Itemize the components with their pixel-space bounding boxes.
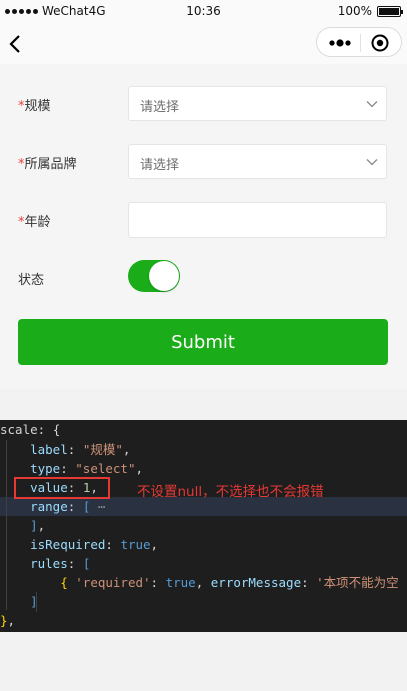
status-right: 100% [337,4,403,18]
battery-icon [377,5,403,17]
code-token: true [165,575,196,590]
toggle-knob [149,261,179,291]
code-token: "规模" [82,442,123,457]
code-line: type: "select", [30,461,144,476]
form-row-age: *年龄 [0,202,407,238]
age-label: *年龄 [18,215,51,230]
code-token: : { [37,422,61,437]
code-token: 'required' [75,575,151,590]
code-line: isRequired: true, [30,537,159,552]
code-token: label [30,442,68,457]
code-token: '本项不能为空 [316,575,399,590]
code-panel: scale: { label: "规模", type: "select", va… [0,420,407,632]
annotation-note: 不设置null，不选择也不会报错 [137,484,324,500]
code-token: errorMessage [210,575,302,590]
code-line: { 'required': true, errorMessage: '本项不能为… [60,575,399,590]
scale-select-placeholder: 请选择 [140,100,180,115]
form: *规模 请选择 *所属品牌 请选择 *年龄 状态 Submit [0,64,407,389]
submit-button[interactable]: Submit [18,319,388,365]
annotation-highlight-box [14,477,110,499]
nav-bar [0,24,407,64]
battery-percent: 100% [337,4,372,18]
fold-ellipsis-icon[interactable]: ⋯ [98,499,106,514]
scale-label: *规模 [18,99,51,114]
status-bar: WeChat4G 10:36 100% [0,0,407,24]
code-line: scale: { [0,420,407,439]
code-line: ], [30,518,46,533]
form-row-scale: *规模 请选择 [0,86,407,122]
code-token: "select" [75,461,136,476]
code-line: label: "规模", [30,442,131,457]
target-circle-icon[interactable] [369,33,391,53]
indent-guide [6,440,7,610]
code-token: type [30,461,61,476]
code-token: range [30,499,68,514]
brand-select-placeholder: 请选择 [140,158,180,173]
code-line: rules: [ [30,556,91,571]
code-line: ] [30,594,38,609]
form-row-brand: *所属品牌 请选择 [0,144,407,180]
status-label: 状态 [18,273,45,288]
code-token: rules [30,556,68,571]
more-dots-icon[interactable] [325,34,355,52]
scale-select[interactable]: 请选择 [128,86,387,121]
brand-select[interactable]: 请选择 [128,144,387,179]
brand-label: *所属品牌 [18,157,77,172]
code-token: scale [0,422,38,437]
indent-guide [36,592,37,612]
chevron-down-icon [366,159,378,166]
code-line: }, [0,613,16,628]
status-toggle[interactable] [128,260,180,292]
mini-program-capsule [316,27,402,57]
code-token: true [120,537,151,552]
chevron-down-icon [366,101,378,108]
form-row-status: 状态 [0,260,407,296]
back-arrow-icon[interactable] [4,30,30,58]
code-token: isRequired [30,537,106,552]
age-input[interactable] [128,202,387,238]
capsule-divider [360,34,361,52]
